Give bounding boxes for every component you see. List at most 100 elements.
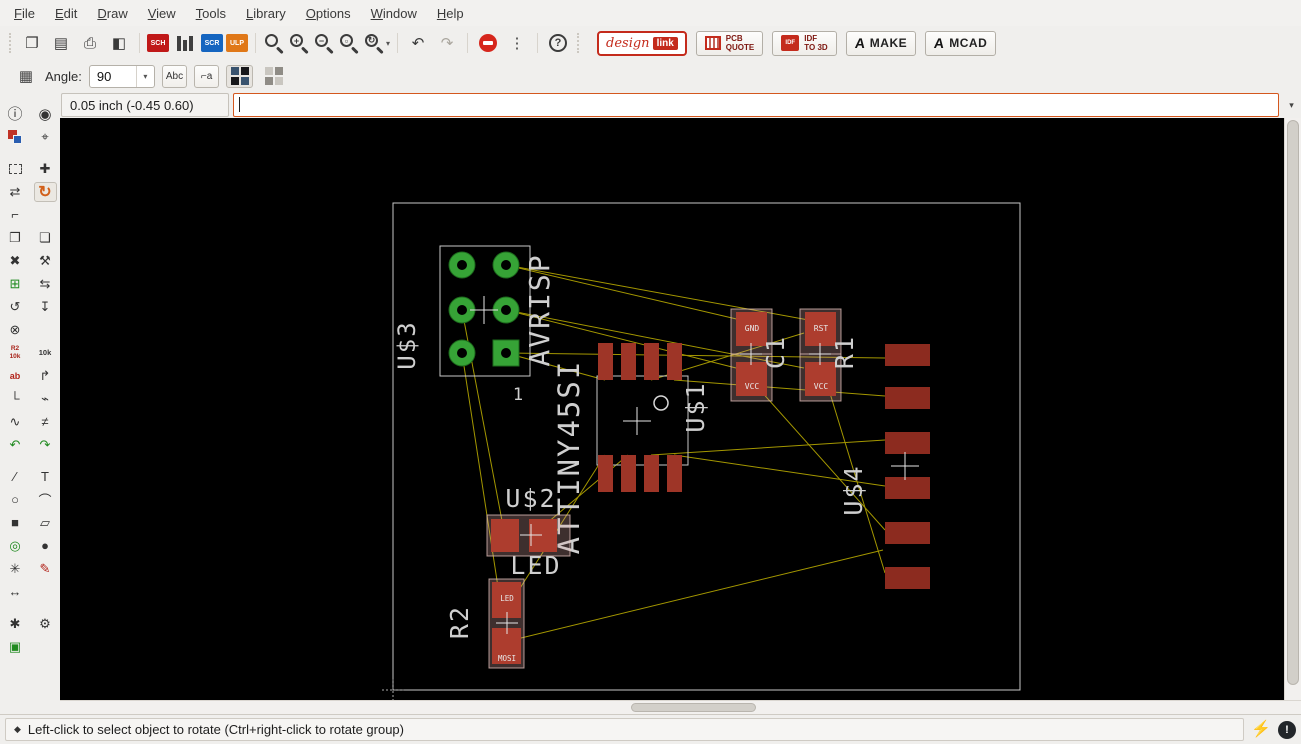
make-button[interactable]: A MAKE [845, 30, 917, 56]
lock-icon[interactable]: ⊗ [4, 320, 27, 340]
width-icon[interactable]: ↔ [4, 582, 27, 602]
mcad-button[interactable]: A MCAD [925, 30, 997, 56]
wire-icon[interactable]: ∕ [4, 467, 27, 487]
component-c1-capacitor[interactable]: GND VCC C1 [730, 308, 790, 402]
ratsnest-icon[interactable]: ✳ [4, 559, 27, 579]
menu-file[interactable]: File [4, 2, 45, 25]
mark-icon[interactable]: ⌖ [34, 127, 57, 147]
pcb-quote-button[interactable]: PCB QUOTE [695, 30, 764, 56]
group-select-icon[interactable] [4, 159, 27, 179]
toolbar-drag-handle[interactable] [9, 33, 13, 53]
add-part-icon[interactable]: ⊞ [4, 274, 27, 294]
copy-icon[interactable]: ❐ [4, 228, 27, 248]
chevron-down-icon[interactable]: ▾ [1282, 93, 1301, 117]
vertical-scrollbar-thumb[interactable] [1287, 120, 1299, 685]
change-icon[interactable]: ⚒ [34, 251, 57, 271]
ripup-icon[interactable]: ⌁ [34, 389, 57, 409]
redo-icon[interactable]: ↷ [434, 30, 460, 56]
stop-icon[interactable] [475, 30, 501, 56]
smd-pads[interactable] [598, 343, 682, 492]
polygon-icon[interactable]: ▱ [34, 513, 57, 533]
optimize-icon[interactable]: ↱ [34, 366, 57, 386]
schematic-icon[interactable]: SCH [147, 34, 169, 52]
curve-left-icon[interactable]: ↶ [4, 435, 27, 455]
more-options-icon[interactable]: ⋮ [504, 30, 530, 56]
menu-help[interactable]: Help [427, 2, 474, 25]
arc-icon[interactable]: ⌒ [34, 490, 57, 510]
smash-icon[interactable]: R2 10k [4, 343, 27, 363]
vertical-scrollbar[interactable] [1284, 118, 1301, 700]
value-icon[interactable]: 10k [34, 343, 57, 363]
menu-edit[interactable]: Edit [45, 2, 87, 25]
chevron-down-icon[interactable]: ▾ [386, 39, 390, 48]
zoom-select-icon[interactable]: ▫ [338, 31, 360, 55]
lightning-status-icon[interactable]: ⚡ [1251, 721, 1271, 738]
mirror-text-button[interactable]: ⌐a [194, 64, 220, 88]
rotate-icon[interactable]: ↻ [33, 181, 57, 202]
text-icon[interactable]: T [34, 467, 57, 487]
component-u3-header[interactable]: U$3 AVRISP 1 [393, 245, 556, 405]
info-icon[interactable]: ⓘ [4, 104, 27, 124]
ulp-icon[interactable]: ULP [226, 34, 248, 52]
menu-tools[interactable]: Tools [186, 2, 236, 25]
zoom-out-icon[interactable]: − [313, 31, 335, 55]
display-mode-button-1[interactable] [226, 64, 254, 88]
component-r1-resistor[interactable]: RST VCC R1 [799, 308, 859, 402]
eye-icon[interactable]: ◉ [34, 104, 57, 124]
menu-draw[interactable]: Draw [87, 2, 137, 25]
angle-combobox[interactable]: 90 ▾ [88, 64, 155, 88]
via-icon[interactable]: ◎ [4, 536, 27, 556]
rect-icon[interactable]: ■ [4, 513, 27, 533]
menu-library[interactable]: Library [236, 2, 296, 25]
zoom-fit-icon[interactable] [263, 31, 285, 55]
signal-icon[interactable]: ✎ [34, 559, 57, 579]
mirror-icon[interactable]: ⇄ [4, 182, 27, 202]
open-icon[interactable]: ❐ [19, 30, 45, 56]
chevron-down-icon[interactable]: ▾ [135, 65, 154, 87]
wire-bend-icon[interactable]: ⌐ [4, 205, 27, 225]
toolbar-drag-handle[interactable] [577, 33, 581, 53]
component-u4-connector[interactable]: U$4 [839, 344, 930, 589]
move-icon[interactable]: ✚ [34, 159, 57, 179]
idf-to-3d-button[interactable]: IDF IDF TO 3D [772, 30, 837, 56]
drc-icon[interactable]: ⚙ [34, 614, 57, 634]
design-link-button[interactable]: design link [597, 30, 687, 56]
circle-icon[interactable]: ○ [4, 490, 27, 510]
menu-window[interactable]: Window [361, 2, 427, 25]
errors-icon[interactable]: ▣ [4, 637, 27, 657]
script-icon[interactable]: SCR [201, 34, 223, 52]
print-icon[interactable]: ⎙ [77, 30, 103, 56]
menu-options[interactable]: Options [296, 2, 361, 25]
menu-view[interactable]: View [138, 2, 186, 25]
zoom-redraw-icon[interactable]: ↻ [363, 31, 385, 55]
zoom-in-icon[interactable]: + [288, 31, 310, 55]
lock-arrow-icon[interactable]: ↧ [34, 297, 57, 317]
command-input[interactable] [233, 93, 1279, 117]
meander-icon[interactable]: ∿ [4, 412, 27, 432]
replace-icon[interactable]: ↺ [4, 297, 27, 317]
display-mode-button-2[interactable] [260, 65, 287, 88]
horizontal-scrollbar[interactable] [60, 700, 1301, 714]
component-r2-resistor[interactable]: LED MOSI R2 [445, 578, 525, 669]
split-icon[interactable]: ≠ [34, 412, 57, 432]
name-icon[interactable]: ab [4, 366, 27, 386]
component-u1-attiny[interactable]: ATTINY45SI U$1 [552, 343, 710, 554]
save-icon[interactable]: ▤ [48, 30, 74, 56]
help-icon[interactable]: ? [545, 30, 571, 56]
grid-icon[interactable]: ▦ [14, 65, 38, 87]
cam-processor-icon[interactable]: ◧ [106, 30, 132, 56]
alert-status-icon[interactable]: ! [1278, 720, 1296, 739]
curve-right-icon[interactable]: ↷ [34, 435, 57, 455]
undo-icon[interactable]: ↶ [405, 30, 431, 56]
horizontal-scrollbar-thumb[interactable] [630, 703, 756, 712]
display-layers-icon[interactable] [4, 127, 27, 147]
delete-icon[interactable]: ✖ [4, 251, 27, 271]
hole-icon[interactable]: ● [34, 536, 57, 556]
route-icon[interactable]: └ [4, 389, 27, 409]
board-canvas[interactable]: U$3 AVRISP 1 ATTINY45SI U$1 GND VCC C1 R… [60, 118, 1301, 700]
pinswap-icon[interactable]: ⇆ [34, 274, 57, 294]
add-text-button[interactable]: Abc [161, 64, 188, 88]
autorouter-icon[interactable]: ✱ [4, 614, 27, 634]
board-icon[interactable] [172, 30, 198, 56]
paste-icon[interactable]: ❏ [34, 228, 57, 248]
